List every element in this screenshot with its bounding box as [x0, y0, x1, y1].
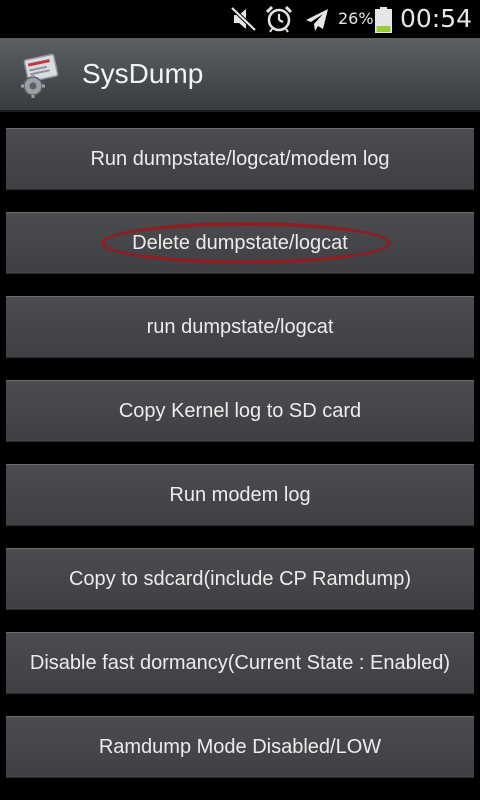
clock: 00:54: [400, 4, 473, 33]
button-list: Run dumpstate/logcat/modem log Delete du…: [0, 112, 480, 800]
copy-kernel-log-button[interactable]: Copy Kernel log to SD card: [6, 380, 474, 442]
button-label: Ramdump Mode Disabled/LOW: [98, 735, 382, 758]
battery-icon: [375, 7, 392, 33]
app-title: SysDump: [82, 58, 204, 89]
battery-percent: 26%: [338, 9, 374, 28]
status-bar: 26% 00:54: [0, 0, 480, 38]
ramdump-mode-button[interactable]: Ramdump Mode Disabled/LOW: [6, 716, 474, 778]
run-dumpstate-logcat-modem-log-button[interactable]: Run dumpstate/logcat/modem log: [6, 128, 474, 190]
alarm-icon: [264, 5, 294, 33]
sysdump-app-icon: [18, 53, 64, 99]
disable-fast-dormancy-button[interactable]: Disable fast dormancy(Current State : En…: [6, 632, 474, 694]
button-label: Delete dumpstate/logcat: [132, 231, 348, 254]
button-label: Run dumpstate/logcat/modem log: [90, 147, 390, 170]
copy-to-sdcard-button[interactable]: Copy to sdcard(include CP Ramdump): [6, 548, 474, 610]
button-label: Disable fast dormancy(Current State : En…: [29, 651, 451, 674]
delete-dumpstate-logcat-button[interactable]: Delete dumpstate/logcat: [6, 212, 474, 274]
button-label: Copy Kernel log to SD card: [118, 399, 362, 422]
run-dumpstate-logcat-button[interactable]: run dumpstate/logcat: [6, 296, 474, 358]
button-label: run dumpstate/logcat: [146, 315, 334, 338]
button-label: Copy to sdcard(include CP Ramdump): [68, 567, 411, 590]
airplane-mode-icon: [302, 5, 332, 33]
title-bar: SysDump: [0, 38, 480, 112]
run-modem-log-button[interactable]: Run modem log: [6, 464, 474, 526]
mute-icon: [228, 5, 258, 33]
button-label: Run modem log: [169, 483, 311, 506]
